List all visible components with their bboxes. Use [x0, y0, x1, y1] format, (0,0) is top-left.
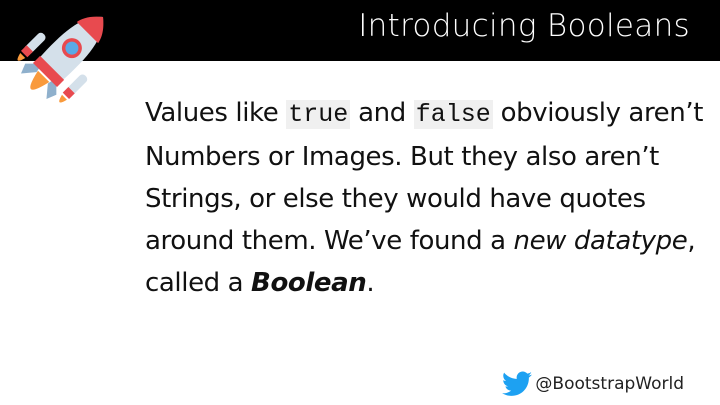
slide-body: Values like true and false obviously are… — [145, 92, 705, 304]
twitter-bird-icon — [502, 371, 533, 396]
code-true: true — [286, 100, 351, 129]
twitter-handle: @BootstrapWorld — [535, 374, 684, 394]
body-text: and — [350, 98, 414, 128]
emphasis-boolean: Boolean — [251, 268, 367, 298]
slide-title: Introducing Booleans — [358, 8, 690, 44]
body-text: . — [366, 268, 375, 298]
code-false: false — [413, 100, 493, 129]
footer-handle: @BootstrapWorld — [502, 371, 684, 397]
body-text: Values like — [145, 98, 287, 128]
emphasis-new-datatype: new datatype — [513, 226, 688, 256]
rocket-icon — [17, 16, 104, 103]
